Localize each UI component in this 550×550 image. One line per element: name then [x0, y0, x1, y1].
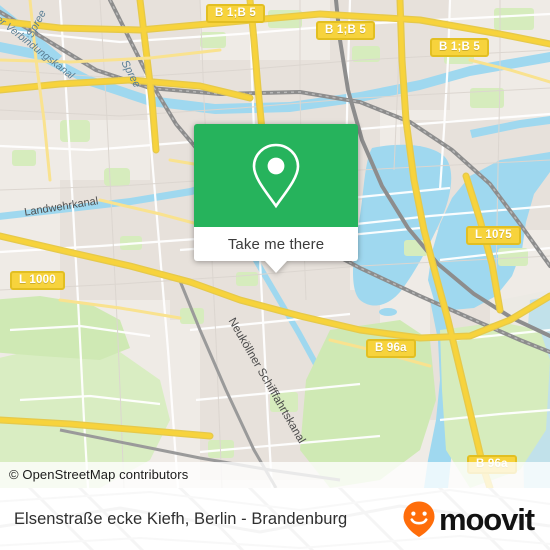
page-footer: Elsenstraße ecke Kiefh, Berlin - Branden…	[0, 488, 550, 550]
location-popup-card[interactable]: Take me there	[194, 124, 358, 273]
take-me-there-label: Take me there	[227, 235, 325, 253]
take-me-there-button[interactable]: Take me there	[194, 227, 358, 273]
map-pin-icon	[252, 143, 300, 208]
moovit-brand[interactable]: moovit	[402, 500, 535, 538]
popup-pointer-tail	[265, 261, 287, 273]
osm-attribution: © OpenStreetMap contributors	[0, 462, 550, 488]
page-title: Elsenstraße ecke Kiefh, Berlin - Branden…	[14, 509, 348, 528]
moovit-smiley-pin-icon	[403, 501, 435, 537]
moovit-map-page: Spree Spree rlottenburger Verbindungskan…	[0, 0, 550, 550]
popup-marker-panel	[194, 124, 358, 227]
moovit-wordmark: moovit	[438, 502, 535, 537]
footer-content: Elsenstraße ecke Kiefh, Berlin - Branden…	[0, 488, 550, 550]
